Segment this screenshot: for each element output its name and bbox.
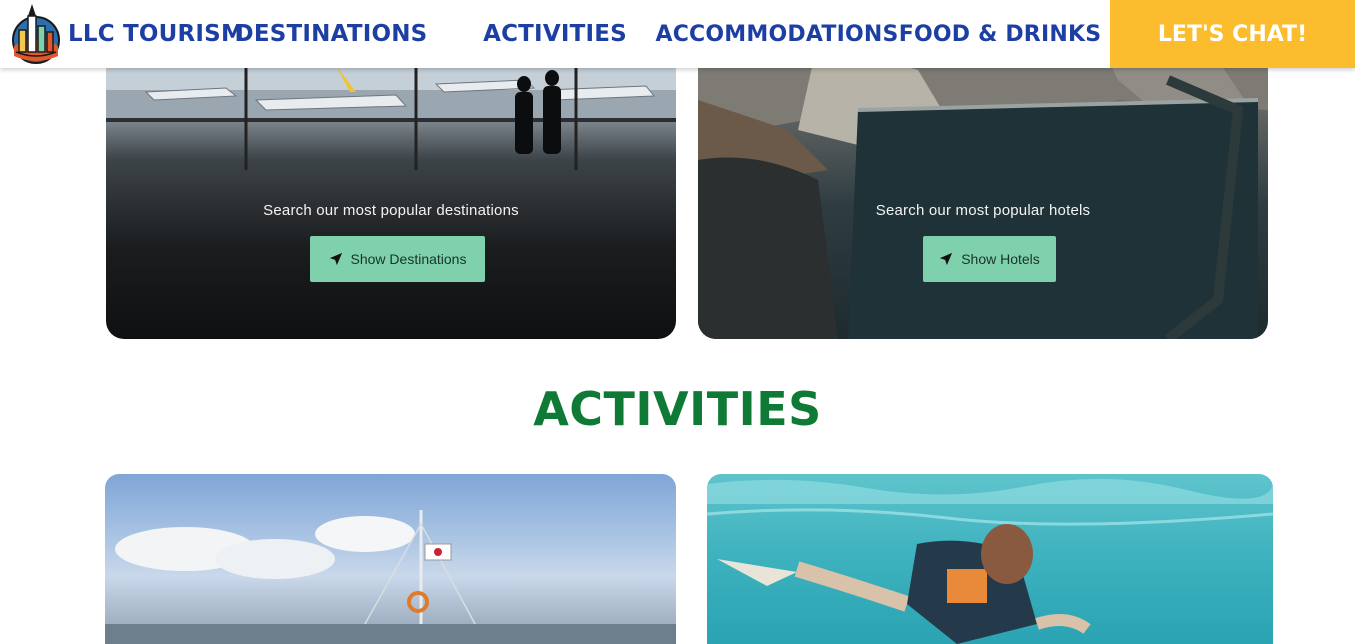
harbor-photo	[105, 510, 676, 644]
hotels-card: Search our most popular hotels Show Hote…	[698, 40, 1268, 339]
show-destinations-button[interactable]: Show Destinations	[310, 236, 485, 282]
nav-link-food-drinks[interactable]: FOOD & DRINKS	[899, 0, 1101, 68]
paper-plane-icon	[329, 252, 342, 266]
lets-chat-button[interactable]: LET'S CHAT!	[1110, 0, 1355, 68]
top-navbar: LLC TOURISM DESTINATIONS ACTIVITIES ACCO…	[0, 0, 1355, 68]
nav-link-accommodations[interactable]: ACCOMMODATIONS	[655, 0, 898, 68]
hotel-pool-photo	[698, 40, 1268, 339]
nav-link-destinations[interactable]: DESTINATIONS	[235, 0, 428, 68]
show-destinations-label: Show Destinations	[350, 251, 467, 267]
airport-photo	[106, 40, 676, 170]
activities-section-title: ACTIVITIES	[533, 382, 822, 436]
paper-plane-icon	[940, 252, 953, 266]
activity-card-harbor[interactable]	[105, 474, 676, 644]
hotels-caption: Search our most popular hotels	[875, 202, 1091, 219]
destinations-card: Search our most popular destinations Sho…	[106, 40, 676, 339]
destinations-caption: Search our most popular destinations	[263, 202, 519, 219]
snorkeling-photo	[707, 478, 1273, 644]
brand-name[interactable]: LLC TOURISM	[68, 0, 244, 68]
nav-link-activities[interactable]: ACTIVITIES	[470, 0, 640, 68]
activity-card-snorkeling[interactable]	[707, 474, 1273, 644]
show-hotels-button[interactable]: Show Hotels	[923, 236, 1056, 282]
city-logo-icon[interactable]	[10, 2, 62, 64]
show-hotels-label: Show Hotels	[961, 251, 1040, 267]
